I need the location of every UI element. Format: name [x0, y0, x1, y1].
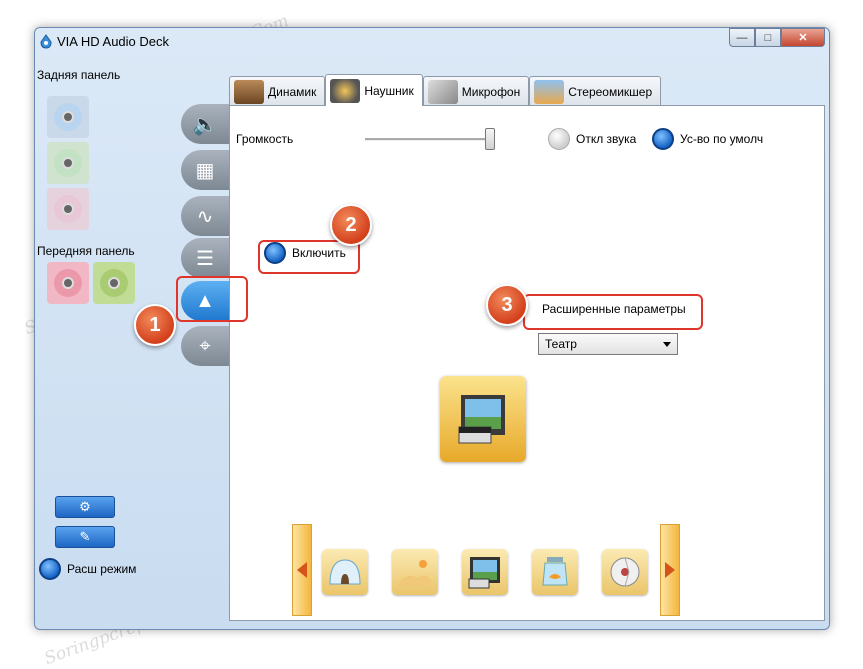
- environment-preset-select[interactable]: Театр: [538, 333, 678, 355]
- advanced-mode-label: Расш режим: [67, 562, 137, 576]
- headphone-panel: Громкость Откл звука Ус-во по умолч Вклю…: [229, 105, 825, 621]
- app-logo-icon: [40, 34, 52, 49]
- plug-icon: ⚙: [79, 499, 91, 514]
- advanced-mode-toggle[interactable]: Расш режим: [39, 558, 136, 580]
- rear-jack-pink[interactable]: [47, 188, 89, 230]
- environment-preset-value: Театр: [545, 337, 577, 351]
- wrench-icon: ✎: [79, 529, 91, 544]
- tab-headphone[interactable]: Наушник: [325, 74, 423, 106]
- connection-settings-button[interactable]: ⚙: [55, 496, 115, 518]
- step-badge-3: 3: [486, 284, 528, 326]
- chevron-down-icon: [663, 342, 671, 347]
- tools-button[interactable]: ✎: [55, 526, 115, 548]
- disc-icon: [610, 557, 640, 587]
- front-panel-label: Передняя панель: [37, 244, 135, 258]
- headphone-icon: [330, 78, 361, 103]
- side-tab-volume[interactable]: 🔈: [181, 104, 229, 144]
- front-jack-green[interactable]: [93, 262, 135, 304]
- close-button[interactable]: ✕: [781, 28, 825, 47]
- preset-theater[interactable]: [462, 549, 508, 595]
- room-correction-icon: ⌖: [199, 334, 211, 357]
- volume-label: Громкость: [236, 132, 294, 146]
- tab-microphone[interactable]: Микрофон: [422, 76, 530, 106]
- default-device-label: Ус-во по умолч: [680, 132, 764, 146]
- default-device-radio[interactable]: [652, 128, 674, 150]
- advanced-mode-radio[interactable]: [39, 558, 61, 580]
- arrow-left-icon: [297, 562, 307, 578]
- speaker-icon: [234, 79, 264, 104]
- tab-microphone-label: Микрофон: [461, 84, 521, 99]
- tab-speaker[interactable]: Динамик: [229, 76, 326, 106]
- desert-icon: [399, 560, 431, 586]
- preset-desert[interactable]: [392, 549, 438, 595]
- device-tabs: Динамик Наушник Микрофон Стереомикшер: [229, 74, 662, 106]
- presets-scroll-right-button[interactable]: [660, 524, 680, 616]
- rear-panel-label: Задняя панель: [37, 68, 121, 82]
- mute-option[interactable]: Откл звука: [548, 128, 636, 150]
- window-title: VIA HD Audio Deck: [57, 34, 169, 49]
- volume-slider-thumb[interactable]: [484, 128, 495, 150]
- maximize-button[interactable]: □: [755, 28, 781, 47]
- side-tab-equalizer[interactable]: ☰: [181, 238, 229, 278]
- equalizer-icon: ☰: [196, 247, 214, 270]
- presets-scroll-left-button[interactable]: [292, 524, 312, 616]
- clapperboard-film-icon: [458, 395, 505, 444]
- close-icon: ✕: [798, 32, 808, 44]
- mute-radio[interactable]: [548, 128, 570, 150]
- tab-stereomix[interactable]: Стереомикшер: [529, 76, 662, 106]
- front-jack-pink[interactable]: [47, 262, 89, 304]
- highlight-environment-tab: [176, 276, 248, 322]
- stereomix-icon: [534, 79, 565, 104]
- step-badge-2: 2: [330, 204, 372, 246]
- film-clapperboard-icon: [468, 557, 500, 589]
- sine-wave-icon: ∿: [196, 205, 214, 228]
- speaker-volume-icon: 🔈: [192, 113, 218, 136]
- minimize-button[interactable]: —: [729, 28, 755, 47]
- fish-jar-icon: [542, 557, 568, 586]
- arrow-right-icon: [665, 562, 675, 578]
- highlight-preset-select: [523, 294, 703, 330]
- preset-disc[interactable]: [602, 549, 648, 595]
- preset-igloo[interactable]: [322, 549, 368, 595]
- minimize-icon: —: [736, 31, 748, 44]
- volume-slider-track[interactable]: [365, 138, 495, 141]
- maximize-icon: □: [764, 31, 772, 44]
- preset-underwater[interactable]: [532, 549, 578, 595]
- speaker-grid-icon: ▦: [195, 159, 215, 182]
- title-bar[interactable]: VIA HD Audio Deck — □ ✕: [35, 28, 829, 58]
- rear-jack-green[interactable]: [47, 142, 89, 184]
- current-environment-preview: [440, 376, 526, 462]
- side-tab-wave[interactable]: ∿: [181, 196, 229, 236]
- tab-headphone-label: Наушник: [364, 83, 414, 98]
- mute-label: Откл звука: [576, 132, 637, 146]
- step-badge-1: 1: [134, 304, 176, 346]
- microphone-icon: [427, 79, 458, 104]
- igloo-icon: [329, 559, 361, 585]
- tab-stereomix-label: Стереомикшер: [568, 84, 653, 99]
- tab-speaker-label: Динамик: [268, 84, 317, 99]
- rear-jack-blue[interactable]: [47, 96, 89, 138]
- default-device-option[interactable]: Ус-во по умолч: [652, 128, 763, 150]
- side-tab-speaker-config[interactable]: ▦: [181, 150, 229, 190]
- side-tab-room-correction[interactable]: ⌖: [181, 326, 229, 366]
- main-area: Динамик Наушник Микрофон Стереомикшер Гр…: [229, 74, 825, 621]
